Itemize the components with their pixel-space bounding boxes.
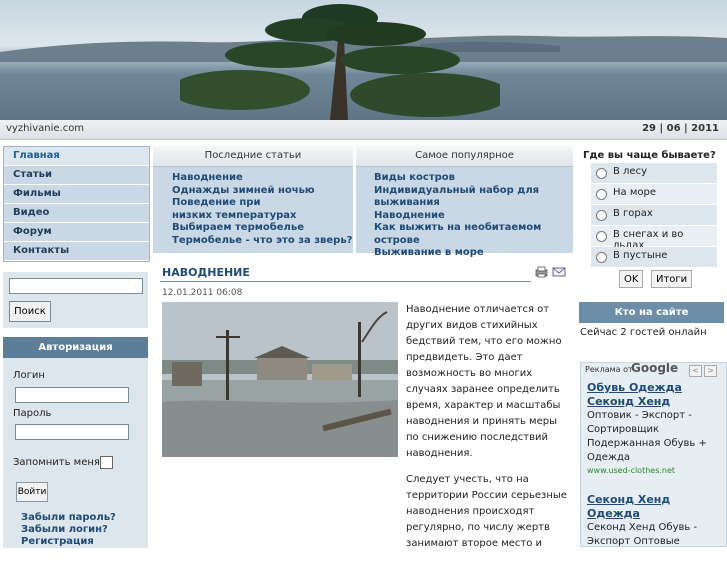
- popular-article-link[interactable]: Индивидуальный набор для выживания: [374, 185, 544, 210]
- poll-option[interactable]: На море: [591, 184, 717, 205]
- radio-button[interactable]: [596, 252, 607, 263]
- popular-articles-title: Самое популярное: [356, 146, 573, 167]
- article-paragraph: Следует учесть, что на территории России…: [406, 474, 567, 549]
- prev-arrow-icon[interactable]: <: [689, 365, 702, 377]
- ad-url[interactable]: www.used-clothes.net: [587, 465, 725, 476]
- ad-item[interactable]: Секонд Хенд Одежда Секонд Хенд Обувь - Э…: [587, 493, 725, 547]
- latest-article-link[interactable]: Однажды зимней ночью: [172, 185, 353, 198]
- popular-articles-list: Виды костров Индивидуальный набор для вы…: [356, 172, 573, 260]
- ad-title[interactable]: Секонд Хенд Одежда: [587, 493, 725, 521]
- poll-options: В лесу На море В горах В снегах и во льд…: [591, 163, 717, 268]
- article-date: 12.01.2011 06:08: [162, 288, 243, 298]
- poll-option[interactable]: В снегах и во льдах: [591, 226, 717, 251]
- poll-option[interactable]: В пустыне: [591, 247, 717, 268]
- ad-title[interactable]: Обувь Одежда Секонд Хенд: [587, 381, 725, 409]
- pine-tree-image: [180, 4, 500, 120]
- remember-checkbox[interactable]: [100, 456, 113, 469]
- password-label: Пароль: [13, 408, 52, 419]
- site-name: vyzhivanie.com: [6, 123, 85, 134]
- ad-item[interactable]: Обувь Одежда Секонд Хенд Оптовик - Экспо…: [587, 381, 725, 476]
- google-logo: Google: [631, 362, 679, 375]
- latest-article-link[interactable]: Поведение при низких температурах: [172, 197, 302, 222]
- forgot-password-link[interactable]: Забыли пароль?: [21, 512, 116, 523]
- ads-header: Реклама от Google < >: [581, 363, 726, 379]
- latest-articles-list: Наводнение Однажды зимней ночью Поведени…: [153, 172, 353, 247]
- latest-article-link[interactable]: Наводнение: [172, 172, 353, 185]
- search-input[interactable]: [9, 278, 143, 294]
- forgot-login-link[interactable]: Забыли логин?: [21, 524, 108, 535]
- poll-ok-button[interactable]: OK: [619, 270, 644, 288]
- email-icon[interactable]: [552, 267, 566, 277]
- popular-article-link[interactable]: Виды костров: [374, 172, 573, 185]
- poll-option-label: В пустыне: [613, 250, 668, 261]
- poll-option-label: На море: [613, 187, 656, 198]
- radio-button[interactable]: [596, 231, 607, 242]
- poll-option[interactable]: В лесу: [591, 163, 717, 184]
- password-input[interactable]: [15, 424, 129, 440]
- nav-item-contacts[interactable]: Контакты: [4, 242, 149, 261]
- latest-articles-title: Последние статьи: [153, 146, 353, 167]
- poll-results-button[interactable]: Итоги: [651, 270, 693, 288]
- radio-button[interactable]: [596, 210, 607, 221]
- popular-article-link[interactable]: Выживание в море: [374, 247, 573, 260]
- radio-button[interactable]: [596, 189, 607, 200]
- google-ads-block: Реклама от Google < > Обувь Одежда Секон…: [580, 362, 727, 547]
- nav-item-films[interactable]: Фильмы: [4, 185, 149, 204]
- current-date: 29 | 06 | 2011: [642, 123, 719, 134]
- who-online-title: Кто на сайте: [579, 302, 724, 323]
- nav-item-articles[interactable]: Статьи: [4, 166, 149, 185]
- header-strip: vyzhivanie.com 29 | 06 | 2011: [0, 120, 727, 140]
- remember-label: Запомнить меня: [13, 457, 100, 468]
- nav-item-home[interactable]: Главная: [4, 147, 149, 166]
- article-tools: [535, 266, 567, 281]
- poll-option[interactable]: В горах: [591, 205, 717, 226]
- ads-label: Реклама от: [585, 365, 633, 374]
- nav-item-forum[interactable]: Форум: [4, 223, 149, 242]
- poll-option-label: В горах: [613, 208, 653, 219]
- main-nav: Главная Статьи Фильмы Видео Форум Контак…: [3, 146, 150, 262]
- login-input[interactable]: [15, 387, 129, 403]
- popular-articles-box: Самое популярное Виды костров Индивидуал…: [356, 146, 573, 258]
- article-title-divider: [160, 281, 531, 282]
- latest-article-link[interactable]: Термобелье - что это за зверь?: [172, 235, 353, 248]
- article-title[interactable]: НАВОДНЕНИЕ: [162, 266, 250, 279]
- search-button[interactable]: Поиск: [9, 301, 51, 322]
- article-body: Наводнение отличается от других видов ст…: [406, 302, 570, 562]
- search-box: Поиск: [3, 272, 148, 328]
- latest-articles-box: Последние статьи Наводнение Однажды зимн…: [153, 146, 353, 253]
- poll-question: Где вы чаще бываете?: [583, 150, 716, 161]
- header-banner: [0, 0, 727, 120]
- popular-article-link[interactable]: Наводнение: [374, 210, 573, 223]
- nav-item-video[interactable]: Видео: [4, 204, 149, 223]
- register-link[interactable]: Регистрация: [21, 536, 94, 547]
- latest-article-link[interactable]: Выбираем термобелье: [172, 222, 353, 235]
- login-label: Логин: [13, 370, 45, 381]
- radio-button[interactable]: [596, 168, 607, 179]
- ad-body: Секонд Хенд Обувь - Экспорт Оптовые пост…: [587, 522, 698, 547]
- next-arrow-icon[interactable]: >: [704, 365, 717, 377]
- auth-title: Авторизация: [3, 337, 148, 358]
- auth-form: Логин Пароль Запомнить меня Войти Забыли…: [3, 358, 148, 548]
- flood-photo: [162, 302, 398, 457]
- article-paragraph: Наводнение отличается от других видов ст…: [406, 304, 562, 459]
- ad-body: Оптовик - Экспорт - Сортировщик Подержан…: [587, 410, 707, 463]
- login-button[interactable]: Войти: [16, 482, 48, 502]
- popular-article-link[interactable]: Как выжить на необитаемом острове: [374, 222, 573, 247]
- left-column: Главная Статьи Фильмы Видео Форум Контак…: [0, 144, 151, 548]
- poll-option-label: В лесу: [613, 166, 647, 177]
- who-online-text: Сейчас 2 гостей онлайн: [580, 327, 707, 338]
- print-icon[interactable]: [535, 266, 548, 278]
